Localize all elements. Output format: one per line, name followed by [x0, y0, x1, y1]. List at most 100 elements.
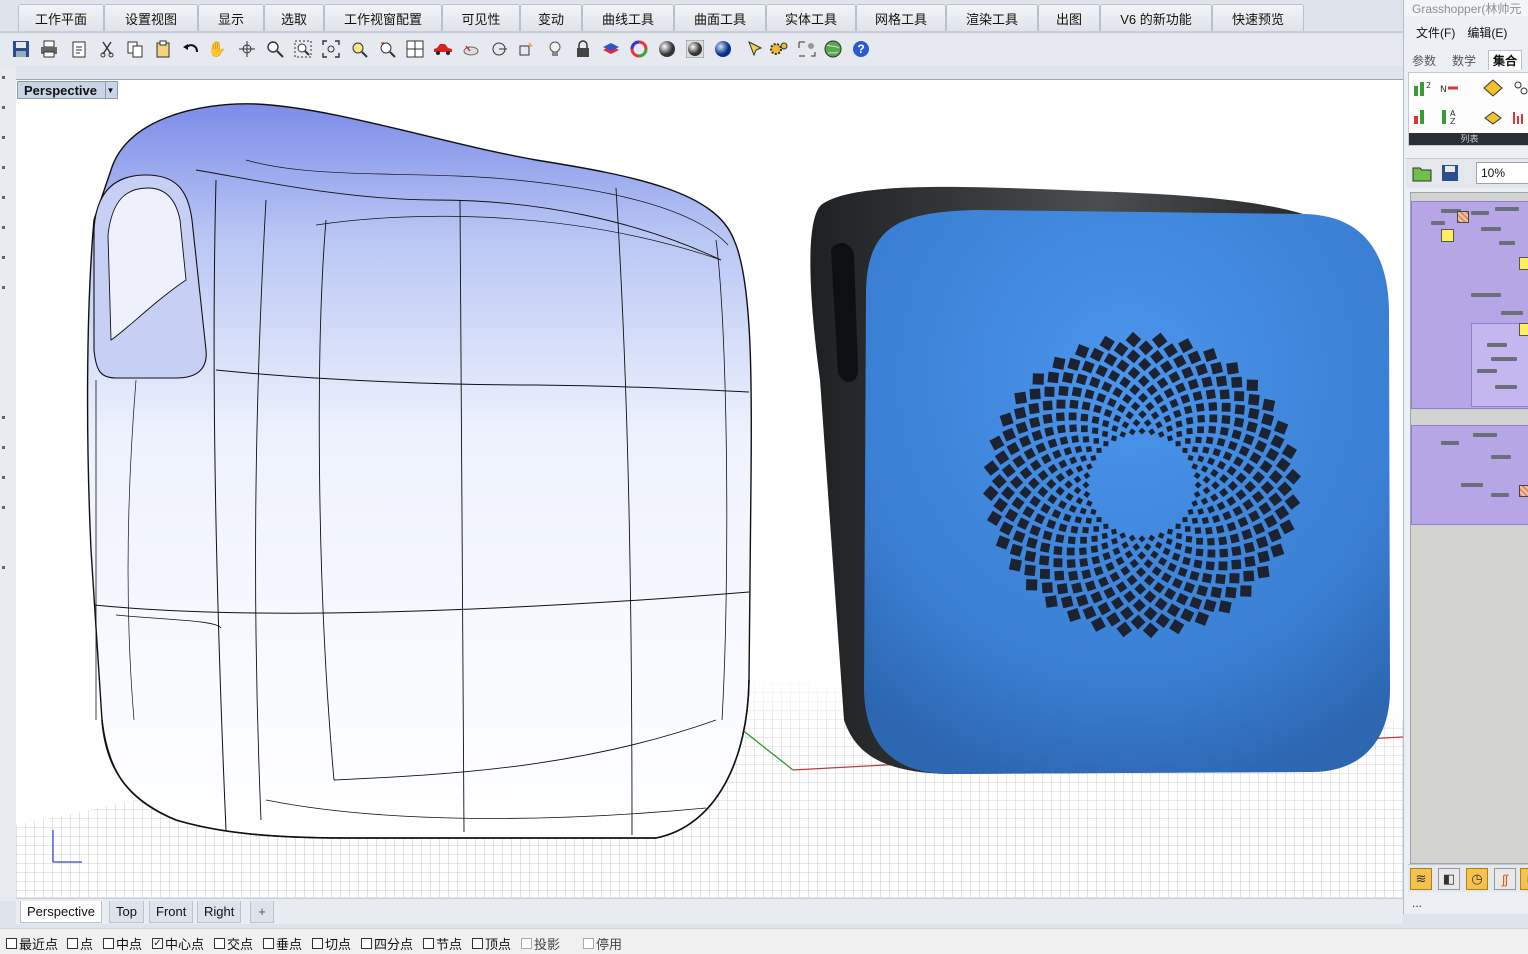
checkbox-icon[interactable]: [521, 938, 532, 949]
gh-panel-component[interactable]: [1519, 323, 1528, 336]
gh-preview-icon[interactable]: ≋: [1410, 868, 1432, 890]
light-bulb-icon[interactable]: [544, 38, 566, 60]
osnap-project[interactable]: 投影: [521, 934, 560, 953]
point-icon[interactable]: [488, 38, 510, 60]
gh-tab-maths[interactable]: 数学: [1448, 50, 1480, 70]
list-length-component-icon[interactable]: N: [1439, 77, 1463, 99]
tab-viewport-layout[interactable]: 工作视窗配置: [324, 4, 442, 31]
gh-group-secondary[interactable]: [1411, 425, 1528, 525]
sort-az-component-icon[interactable]: AZ: [1439, 105, 1463, 127]
checkbox-icon[interactable]: [472, 938, 483, 949]
cut-icon[interactable]: [96, 38, 118, 60]
osnap-point[interactable]: 点: [67, 934, 93, 953]
dispatch-component-icon[interactable]: [1481, 77, 1505, 99]
print-icon[interactable]: [38, 38, 60, 60]
tab-front[interactable]: Front: [149, 901, 194, 923]
save-icon[interactable]: [1438, 162, 1462, 184]
osnap-quadrant[interactable]: 四分点: [361, 934, 413, 953]
add-viewport-tab-button[interactable]: +: [250, 901, 274, 923]
color-wheel-icon[interactable]: [628, 38, 650, 60]
gh-definition-canvas[interactable]: [1410, 192, 1528, 864]
tab-top[interactable]: Top: [109, 901, 144, 923]
osnap-tangent[interactable]: 切点: [312, 934, 351, 953]
gear-icon[interactable]: [768, 38, 790, 60]
tab-render-tools[interactable]: 渲染工具: [946, 4, 1038, 31]
gh-clock-icon[interactable]: ◷: [1466, 868, 1488, 890]
import-icon[interactable]: [68, 38, 90, 60]
gh-tab-params[interactable]: 参数: [1408, 50, 1440, 70]
tab-surface-tools[interactable]: 曲面工具: [674, 4, 766, 31]
sets-component-icon[interactable]: [1509, 77, 1528, 99]
osnap-midpoint[interactable]: 中点: [103, 934, 142, 953]
tab-curve-tools[interactable]: 曲线工具: [582, 4, 674, 31]
osnap-disable[interactable]: 停用: [583, 934, 622, 953]
layers-icon[interactable]: [600, 38, 622, 60]
tab-select[interactable]: 选取: [264, 4, 324, 31]
menu-file[interactable]: 文件(F): [1416, 24, 1455, 44]
osnap-perpendicular[interactable]: 垂点: [263, 934, 302, 953]
sort-list-component-icon[interactable]: [1411, 105, 1435, 127]
hide-icon[interactable]: [460, 38, 482, 60]
checkbox-icon[interactable]: [214, 938, 225, 949]
sphere-shaded-icon[interactable]: [656, 38, 678, 60]
checkbox-icon[interactable]: [361, 938, 372, 949]
globe-icon[interactable]: [822, 38, 844, 60]
save-icon[interactable]: [10, 38, 32, 60]
checkbox-icon[interactable]: [263, 938, 274, 949]
checkbox-icon[interactable]: [423, 938, 434, 949]
perspective-viewport[interactable]: Perspective ▼: [16, 79, 1403, 897]
render-preview-icon[interactable]: [684, 38, 706, 60]
list-item-component-icon[interactable]: 2: [1411, 77, 1435, 99]
osnap-center[interactable]: ✓ 中心点: [152, 934, 204, 953]
tab-layout[interactable]: 出图: [1038, 4, 1100, 31]
viewport-title[interactable]: Perspective ▼: [17, 81, 118, 99]
checkbox-icon[interactable]: [103, 938, 114, 949]
tab-quick-preview[interactable]: 快速预览: [1212, 4, 1304, 31]
gh-zoom-field[interactable]: 10%: [1476, 162, 1528, 184]
histogram-component-icon[interactable]: [1509, 105, 1528, 127]
gh-more-icon[interactable]: ▸: [1520, 868, 1528, 890]
open-folder-icon[interactable]: [1410, 162, 1434, 184]
viewport-menu-caret-icon[interactable]: ▼: [105, 82, 115, 98]
osnap-nearest[interactable]: 最近点: [6, 934, 58, 953]
osnap-intersection[interactable]: 交点: [214, 934, 253, 953]
gh-hatched-component-icon[interactable]: [1519, 485, 1528, 497]
car-icon[interactable]: [432, 38, 454, 60]
tab-right[interactable]: Right: [197, 901, 242, 923]
gh-panel-component[interactable]: [1519, 257, 1528, 270]
tab-solid-tools[interactable]: 实体工具: [766, 4, 856, 31]
blue-sphere-icon[interactable]: [712, 38, 734, 60]
osnap-vertex[interactable]: 顶点: [472, 934, 511, 953]
gh-panel-component[interactable]: [1441, 229, 1454, 242]
zoom-icon[interactable]: [264, 38, 286, 60]
tab-set-view[interactable]: 设置视图: [104, 4, 198, 31]
zoom-extents-icon[interactable]: [320, 38, 342, 60]
tab-transform[interactable]: 变动: [520, 4, 582, 31]
tab-perspective[interactable]: Perspective: [20, 901, 102, 923]
menu-edit[interactable]: 编辑(E): [1467, 24, 1507, 44]
osnap-knot[interactable]: 节点: [423, 934, 462, 953]
cursor-icon[interactable]: [744, 38, 766, 60]
tab-mesh-tools[interactable]: 网格工具: [856, 4, 946, 31]
copy-icon[interactable]: [124, 38, 146, 60]
rotate-view-icon[interactable]: [236, 38, 258, 60]
help-icon[interactable]: ?: [850, 38, 872, 60]
checkbox-icon[interactable]: [67, 938, 78, 949]
gh-flame-icon[interactable]: ʃʃ: [1494, 868, 1516, 890]
zoom-window-icon[interactable]: [292, 38, 314, 60]
paste-icon[interactable]: [152, 38, 174, 60]
gh-tab-sets[interactable]: 集合: [1488, 50, 1523, 70]
gh-document-icon[interactable]: ◧: [1438, 868, 1460, 890]
tab-visibility[interactable]: 可见性: [442, 4, 520, 31]
tab-v6-new[interactable]: V6 的新功能: [1100, 4, 1212, 31]
pan-hand-icon[interactable]: ✋: [206, 38, 228, 60]
checkbox-icon[interactable]: [6, 938, 17, 949]
grasshopper-icon[interactable]: [796, 38, 818, 60]
undo-icon[interactable]: [180, 38, 202, 60]
checkbox-checked-icon[interactable]: ✓: [152, 938, 163, 949]
zoom-selected-icon[interactable]: [348, 38, 370, 60]
tab-display[interactable]: 显示: [198, 4, 264, 31]
tab-workplane[interactable]: 工作平面: [18, 4, 104, 31]
gh-hatched-component-icon[interactable]: [1457, 211, 1469, 223]
checkbox-icon[interactable]: [312, 938, 323, 949]
